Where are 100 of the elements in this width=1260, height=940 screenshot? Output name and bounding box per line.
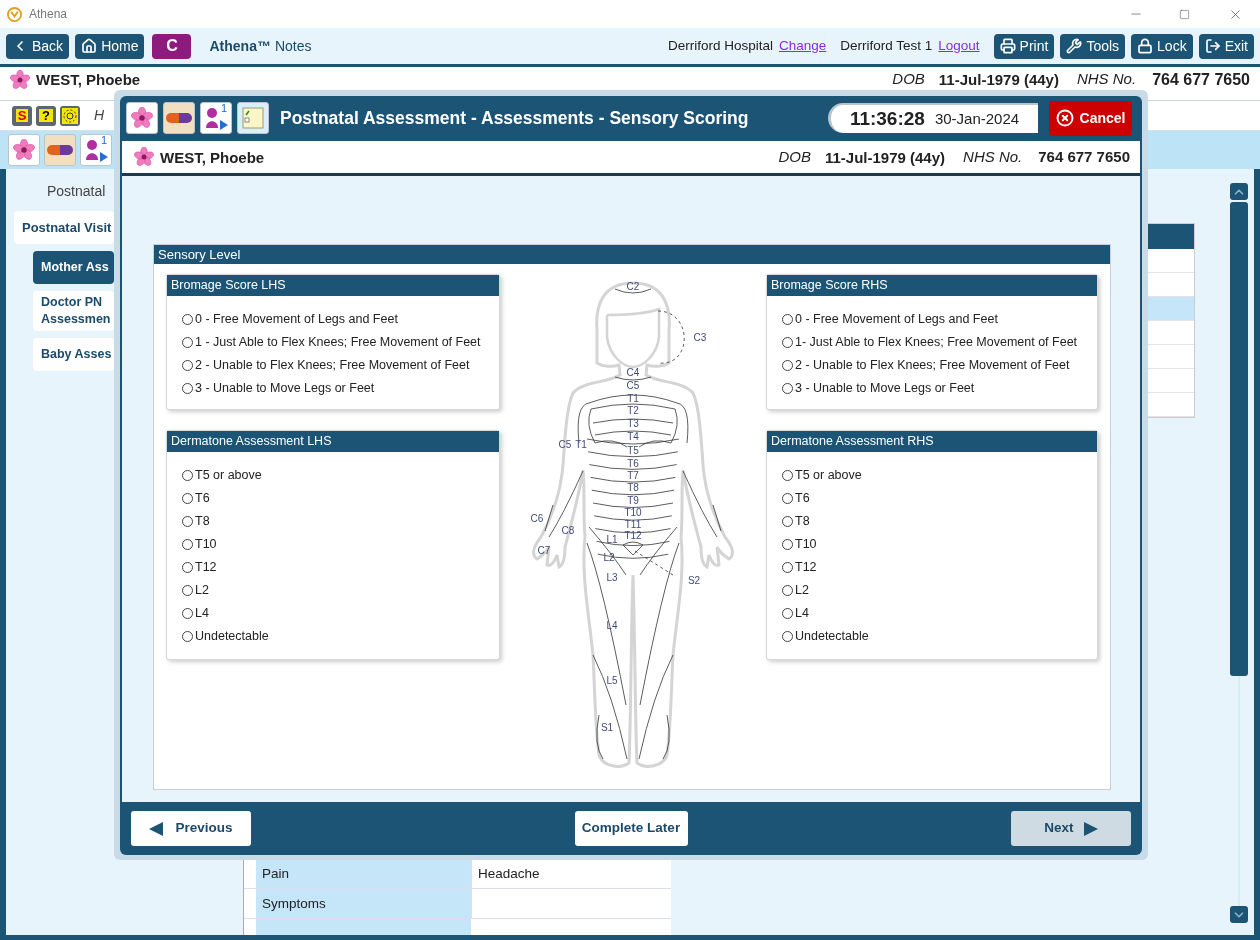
dermatome-label: T7 [627, 470, 639, 481]
dermatome-label: S1 [600, 722, 614, 733]
dermatome-label: S2 [687, 575, 701, 586]
sidebar-heading: Postnatal [46, 182, 107, 201]
dermatome-label: T10 [624, 507, 642, 518]
nhs-value: 764 677 7650 [1152, 69, 1250, 90]
left-triangle-icon [149, 821, 164, 836]
radio-label: L2 [195, 582, 209, 600]
modal-title: Postnatal Assessment - Assessments - Sensory Scoring [280, 106, 749, 130]
dermatome-label: T9 [627, 495, 639, 506]
radio-label: L2 [795, 582, 809, 600]
clock-date: 30-Jan-2024 [934, 108, 1020, 129]
dermatome-label: T6 [627, 458, 639, 469]
flower-button[interactable] [8, 134, 40, 166]
panel-header: Sensory Level [154, 245, 1110, 264]
clock-time: 11:36:28 [849, 106, 925, 131]
radio-label: T6 [195, 490, 210, 508]
count-label: 1 [100, 135, 107, 146]
wrench-icon [1066, 38, 1083, 54]
patient-count-button[interactable]: 1 [80, 134, 112, 166]
row-label: Pain [256, 859, 471, 888]
dermatome-label: C2 [626, 281, 640, 292]
card-header: Dermatone Assessment RHS [767, 431, 1097, 452]
radio-label: T5 or above [195, 467, 262, 485]
flower-icon [10, 69, 30, 90]
cancel-button[interactable]: Cancel [1049, 100, 1132, 136]
scroll-down-button[interactable] [1230, 906, 1248, 923]
dermatome-label: C7 [537, 545, 551, 556]
row-label: Symptoms [256, 889, 471, 918]
complete-later-button[interactable]: Complete Later [574, 811, 688, 846]
card-header: Dermatone Assessment LHS [167, 431, 499, 452]
radio-label: Undetectable [795, 628, 869, 646]
sidebar-subitem[interactable]: Mother Ass [33, 251, 114, 284]
print-button[interactable]: Print [993, 33, 1055, 59]
pill-icon [166, 113, 192, 123]
dermatome-label: T1 [575, 439, 587, 450]
padlock-icon [1137, 38, 1154, 54]
dermatome-label: T2 [627, 405, 639, 416]
patient-count-button[interactable]: 1 [200, 102, 232, 134]
change-link[interactable]: Change [778, 35, 827, 57]
radio-label: L4 [195, 605, 209, 623]
app-logo-icon [7, 6, 22, 22]
radio-label: 3 - Unable to Move Legs or Feet [195, 380, 375, 398]
dermatome-label: T1 [627, 393, 639, 404]
radio-label: T8 [195, 513, 210, 531]
scrollbar-thumb[interactable] [1230, 202, 1248, 676]
dermatome-label: C6 [530, 513, 544, 524]
help-icon[interactable]: ? [36, 105, 56, 126]
exit-button[interactable]: Exit [1198, 33, 1254, 59]
sidebar-item[interactable]: Postnatal Visit [14, 211, 114, 244]
person-icon [85, 139, 99, 161]
scroll-up-button[interactable] [1230, 183, 1248, 200]
dob-value: 11-Jul-1979 (44y) [938, 72, 1059, 87]
logout-link[interactable]: Logout [938, 35, 980, 57]
sun-icon[interactable] [60, 105, 80, 126]
lock-button[interactable]: Lock [1131, 33, 1193, 59]
right-triangle-icon [1083, 821, 1098, 836]
radio-label: T5 or above [795, 467, 862, 485]
pill-button[interactable] [44, 134, 76, 166]
dermatome-label: C5 [558, 439, 572, 450]
dermatome-label: T5 [627, 445, 639, 456]
alert-text: H [94, 106, 105, 125]
sidebar-subitem[interactable]: Baby Asses [33, 338, 114, 371]
sidebar-subitem[interactable]: Doctor PN Assessmen [33, 291, 114, 331]
radio-label: T10 [795, 536, 817, 554]
radio-label: T12 [195, 559, 217, 577]
home-icon [81, 38, 98, 54]
home-button[interactable]: Home [75, 33, 145, 59]
back-button[interactable]: Back [6, 33, 70, 59]
user-name: Derriford Test 1 [840, 36, 933, 55]
nhs-label: NHS No. [963, 146, 1023, 167]
flower-button[interactable] [126, 102, 158, 134]
tools-button[interactable]: Tools [1060, 33, 1126, 59]
radio-label: T12 [795, 559, 817, 577]
printer-icon [999, 38, 1016, 54]
dermatome-label: T11 [624, 519, 642, 530]
radio-label: 0 - Free Movement of Legs and Feet [795, 311, 998, 329]
card-header: Bromage Score RHS [767, 275, 1097, 296]
radio-label: T8 [795, 513, 810, 531]
radio-label: L4 [795, 605, 809, 623]
window-title: Athena [29, 6, 68, 23]
radio-label: T10 [195, 536, 217, 554]
radio-label: 0 - Free Movement of Legs and Feet [195, 311, 398, 329]
flower-icon [13, 139, 35, 161]
radio-label: 2 - Unable to Flex Knees; Free Movement of Feet [195, 357, 470, 375]
radio-label: 2 - Unable to Flex Knees; Free Movement of Feet [795, 357, 1070, 375]
alert-icon[interactable]: S [12, 105, 32, 126]
dermatome-label: C5 [626, 380, 640, 391]
app-badge-button[interactable]: C [152, 33, 192, 59]
count-label: 1 [220, 103, 227, 114]
nhs-label: NHS No. [1076, 69, 1137, 90]
previous-button[interactable]: Previous [131, 811, 251, 846]
exit-door-icon [1204, 38, 1221, 54]
pill-button[interactable] [163, 102, 195, 134]
dermatome-label: T4 [627, 431, 639, 442]
dermatome-label: L1 [606, 534, 618, 545]
person-icon [205, 107, 219, 129]
play-arrow-icon [220, 120, 228, 130]
flower-icon [134, 147, 154, 167]
dermatome-label: L5 [606, 675, 618, 686]
